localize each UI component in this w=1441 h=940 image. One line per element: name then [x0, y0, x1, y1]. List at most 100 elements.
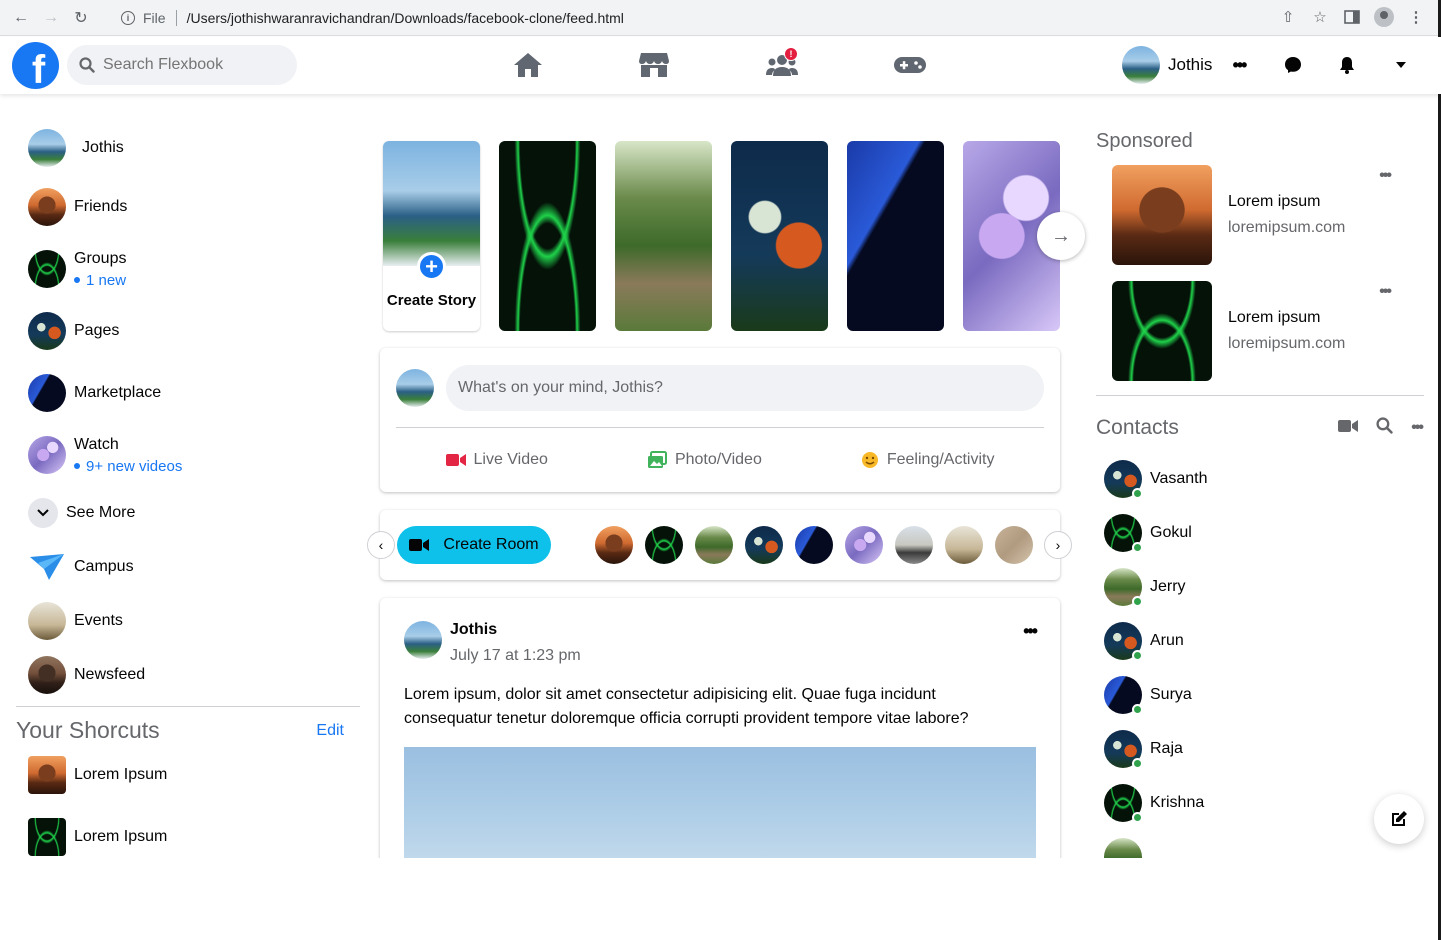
contact-item[interactable]: Surya [1096, 668, 1424, 722]
bookmark-star-icon[interactable]: ☆ [1309, 6, 1331, 28]
video-call-icon[interactable] [1338, 419, 1359, 438]
sidebar-item-campus[interactable]: Campus [16, 540, 360, 594]
contact-name: Surya [1150, 686, 1192, 703]
reload-icon[interactable]: ↻ [66, 3, 96, 33]
shortcuts-edit-link[interactable]: Edit [316, 722, 344, 740]
sidebar-item-groups[interactable]: Groups 1 new [16, 238, 360, 300]
sidebar-item-profile[interactable]: Jothis [16, 120, 360, 176]
ad-more-dots-icon[interactable]: ••• [1379, 167, 1392, 185]
story-card[interactable] [731, 141, 828, 331]
online-indicator [1132, 596, 1143, 607]
shortcut-item[interactable]: Lorem Ipsum [16, 744, 360, 806]
room-avatar[interactable] [595, 526, 633, 564]
ad-site: loremipsum.com [1228, 219, 1346, 236]
room-avatar[interactable] [945, 526, 983, 564]
groups-icon[interactable]: ! [762, 47, 802, 81]
story-card[interactable] [615, 141, 712, 331]
shortcut-label: Lorem Ipsum [74, 828, 168, 845]
ad-image [1112, 165, 1212, 265]
messenger-icon[interactable] [1273, 49, 1313, 81]
chevron-down-icon [28, 498, 58, 528]
post-more-dots-icon[interactable]: ••• [1023, 621, 1038, 642]
contact-item[interactable]: Jerry [1096, 560, 1424, 614]
post-author[interactable]: Jothis [450, 621, 581, 639]
room-avatar[interactable] [795, 526, 833, 564]
address-bar[interactable]: i File /Users/jothishwaranravichandran/D… [107, 5, 1337, 31]
sidebar-item-pages[interactable]: Pages [16, 300, 360, 362]
sidebar-item-label: See More [66, 504, 136, 521]
share-icon[interactable]: ⇧ [1277, 6, 1299, 28]
room-avatar[interactable] [845, 526, 883, 564]
sidebar-see-more[interactable]: See More [16, 486, 360, 540]
story-card[interactable] [499, 141, 596, 331]
divider [1096, 395, 1424, 396]
sidebar-item-newsfeed[interactable]: Newsfeed [16, 648, 360, 702]
newsfeed-icon [28, 656, 66, 694]
search-box[interactable] [67, 45, 297, 85]
story-card[interactable] [847, 141, 944, 331]
home-icon[interactable] [508, 49, 548, 81]
room-avatar[interactable] [695, 526, 733, 564]
avatar[interactable] [404, 621, 442, 659]
room-avatar[interactable] [645, 526, 683, 564]
forward-icon[interactable]: → [36, 3, 66, 33]
ad-more-dots-icon[interactable]: ••• [1379, 283, 1392, 301]
back-icon[interactable]: ← [6, 3, 36, 33]
more-dots-icon[interactable]: ••• [1411, 419, 1424, 437]
online-indicator [1132, 812, 1143, 823]
sponsored-ad[interactable]: Lorem ipsum loremipsum.com ••• [1096, 157, 1424, 273]
room-avatar[interactable] [745, 526, 783, 564]
rooms-prev-arrow-icon[interactable]: ‹ [367, 531, 395, 559]
post-image[interactable] [404, 747, 1036, 858]
create-room-button[interactable]: Create Room [397, 526, 551, 564]
contact-item[interactable]: Arun [1096, 614, 1424, 668]
site-info-icon[interactable]: i [121, 11, 135, 25]
url-text[interactable]: /Users/jothishwaranravichandran/Download… [187, 10, 624, 26]
contact-name: Gokul [1150, 524, 1192, 541]
search-icon[interactable] [1376, 417, 1393, 439]
marketplace-icon[interactable] [634, 49, 674, 81]
profile-avatar-icon[interactable] [1373, 6, 1395, 28]
sidebar-item-label: Friends [74, 198, 128, 215]
composer-input[interactable]: What's on your mind, Jothis? [446, 365, 1044, 411]
gaming-icon[interactable] [890, 49, 930, 81]
feeling-activity-button[interactable]: Feeling/Activity [861, 451, 994, 469]
new-message-button[interactable] [1374, 794, 1424, 844]
feed-post: Jothis July 17 at 1:23 pm ••• Lorem ipsu… [380, 598, 1060, 858]
photo-video-button[interactable]: Photo/Video [647, 451, 762, 469]
create-story-card[interactable]: + Create Story [383, 141, 480, 331]
facebook-logo-icon[interactable]: f [12, 42, 59, 89]
sidebar-item-watch[interactable]: Watch 9+ new videos [16, 424, 360, 486]
sponsored-ad[interactable]: Lorem ipsum loremipsum.com ••• [1096, 273, 1424, 389]
notifications-bell-icon[interactable] [1327, 49, 1367, 81]
post-composer: What's on your mind, Jothis? Live Video … [380, 348, 1060, 492]
sidebar-item-marketplace[interactable]: Marketplace [16, 362, 360, 424]
room-avatar[interactable] [995, 526, 1033, 564]
contact-item[interactable]: Gokul [1096, 506, 1424, 560]
post-timestamp[interactable]: July 17 at 1:23 pm [450, 647, 581, 665]
room-avatar[interactable] [895, 526, 933, 564]
contact-item[interactable] [1096, 830, 1424, 858]
more-dots-icon[interactable]: ••• [1219, 49, 1259, 81]
nav-profile[interactable]: Jothis [1122, 46, 1212, 84]
sidebar-item-label: Campus [74, 558, 134, 575]
shortcut-item[interactable]: Lorem Ipsum [16, 806, 360, 858]
live-video-button[interactable]: Live Video [445, 451, 548, 469]
side-panel-icon[interactable] [1341, 6, 1363, 28]
sidebar-item-friends[interactable]: Friends [16, 176, 360, 238]
menu-kebab-icon[interactable]: ⋮ [1405, 6, 1427, 28]
plus-icon[interactable]: + [417, 252, 446, 281]
sidebar-item-sub: 9+ new videos [74, 458, 182, 475]
contact-item[interactable]: Vasanth [1096, 452, 1424, 506]
online-indicator [1132, 488, 1143, 499]
account-chevron-down-icon[interactable] [1381, 49, 1421, 81]
sidebar-item-events[interactable]: Events [16, 594, 360, 648]
sidebar-item-label: Jothis [82, 139, 124, 156]
search-input[interactable] [103, 56, 283, 74]
search-icon [79, 57, 95, 73]
rooms-next-arrow-icon[interactable]: › [1044, 531, 1072, 559]
nav-profile-name: Jothis [1168, 55, 1213, 74]
contact-item[interactable]: Raja [1096, 722, 1424, 776]
stories-next-arrow-icon[interactable]: → [1037, 212, 1085, 260]
shortcuts-header: Your Shorcuts Edit [16, 707, 360, 744]
